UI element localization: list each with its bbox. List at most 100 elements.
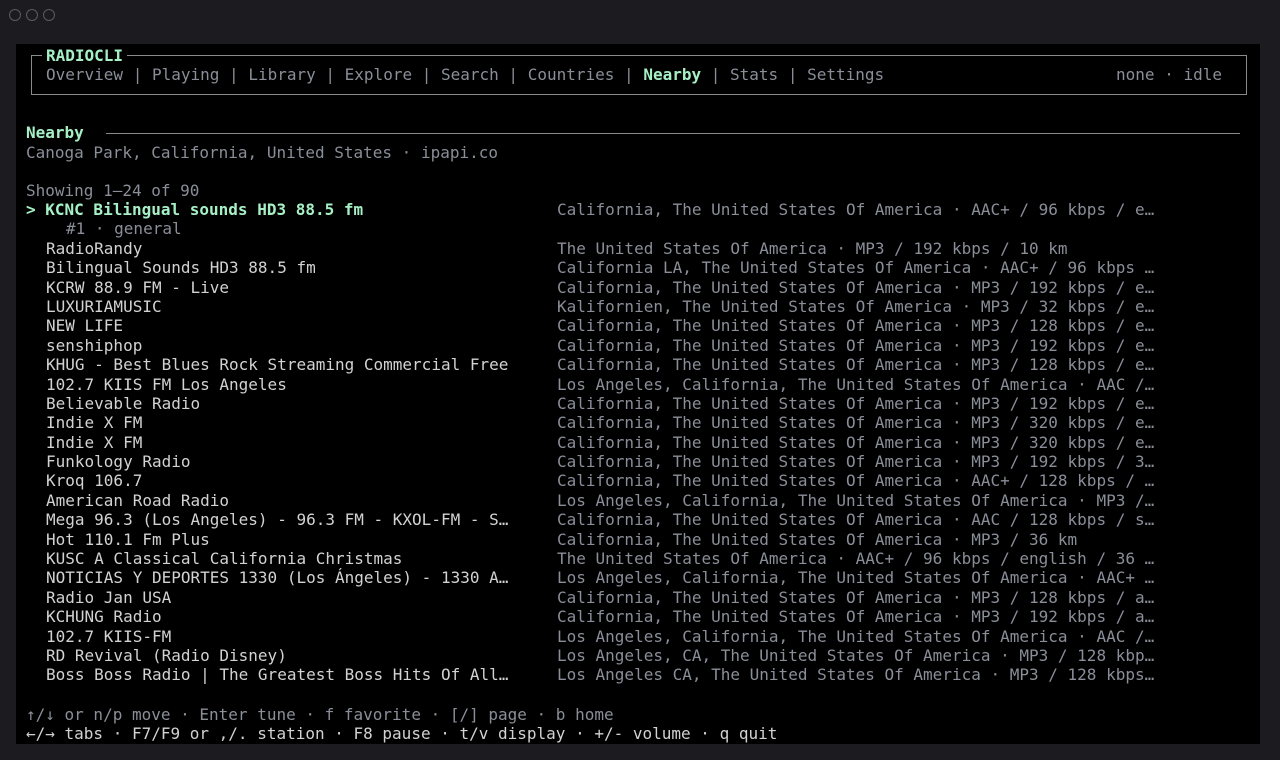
station-meta: California, The United States Of America… <box>557 529 1078 549</box>
maximize-window-icon[interactable] <box>43 9 55 21</box>
station-name: KUSC A Classical California Christmas <box>46 549 403 569</box>
tab-stats[interactable]: Stats <box>730 65 778 84</box>
station-name: Radio Jan USA <box>46 587 172 607</box>
tab-nearby[interactable]: Nearby <box>643 65 701 84</box>
location-line: Canoga Park, California, United States ·… <box>26 143 499 162</box>
station-name: NOTICIAS Y DEPORTES 1330 (Los Ángeles) -… <box>46 568 509 588</box>
station-name: senshiphop <box>46 335 143 355</box>
station-meta: California, The United States Of America… <box>557 510 1155 530</box>
tab-settings[interactable]: Settings <box>807 65 884 84</box>
station-row[interactable]: 102.7 KIIS-FM Los Angeles, California, Th… <box>16 627 1260 646</box>
playback-status: none · idle <box>1116 65 1222 84</box>
station-meta: California, The United States Of America… <box>557 200 1155 219</box>
station-row[interactable]: Indie X FM California, The United States … <box>16 433 1260 452</box>
station-meta: California, The United States Of America… <box>557 413 1155 433</box>
station-meta: California, The United States Of America… <box>557 393 1155 413</box>
terminal-window: RADIOCLI Overview | Playing | Library | … <box>0 0 1280 760</box>
tab-separator: | <box>219 65 249 84</box>
station-row[interactable]: Radio Jan USA California, The United Stat… <box>16 588 1260 607</box>
station-meta: California, The United States Of America… <box>557 316 1155 336</box>
station-meta: California, The United States Of America… <box>557 607 1155 627</box>
station-name: > KCNC Bilingual sounds HD3 88.5 fm <box>26 200 364 219</box>
tab-separator: | <box>701 65 731 84</box>
station-row[interactable]: KCHUNG Radio California, The United State… <box>16 607 1260 626</box>
tab-separator: | <box>614 65 644 84</box>
tab-countries[interactable]: Countries <box>528 65 615 84</box>
minimize-window-icon[interactable] <box>26 9 38 21</box>
tab-separator: | <box>498 65 528 84</box>
station-row[interactable]: Indie X FM California, The United States … <box>16 413 1260 432</box>
tab-overview[interactable]: Overview <box>46 65 123 84</box>
station-meta: Los Angeles, California, The United Stat… <box>557 626 1155 646</box>
station-row[interactable]: Boss Boss Radio | The Greatest Boss Hits… <box>16 665 1260 684</box>
station-row[interactable]: Bilingual Sounds HD3 88.5 fm California L… <box>16 258 1260 277</box>
station-name: American Road Radio <box>46 490 230 510</box>
station-row[interactable]: LUXURIAMUSIC Kalifornien, The United Stat… <box>16 297 1260 316</box>
station-row[interactable]: Mega 96.3 (Los Angeles) - 96.3 FM - KXOL… <box>16 510 1260 529</box>
terminal-screen: RADIOCLI Overview | Playing | Library | … <box>16 44 1260 744</box>
tab-explore[interactable]: Explore <box>345 65 412 84</box>
tab-separator: | <box>778 65 808 84</box>
tab-library[interactable]: Library <box>248 65 315 84</box>
station-name: NEW LIFE <box>46 316 124 336</box>
station-row[interactable]: NEW LIFE California, The United States Of… <box>16 316 1260 335</box>
station-name: KCHUNG Radio <box>46 607 162 627</box>
station-meta: The United States Of America · AAC+ / 96… <box>557 549 1155 569</box>
station-row[interactable]: RD Revival (Radio Disney) Los Angeles, CA… <box>16 646 1260 665</box>
help-line-global: ←/→ tabs · F7/F9 or ,/. station · F8 pau… <box>26 724 778 743</box>
close-window-icon[interactable] <box>9 9 21 21</box>
station-row[interactable]: KUSC A Classical California Christmas The… <box>16 549 1260 568</box>
station-name: RadioRandy <box>46 238 143 258</box>
station-row[interactable]: 102.7 KIIS FM Los Angeles Los Angeles, Ca… <box>16 375 1260 394</box>
station-name: KHUG - Best Blues Rock Streaming Commerc… <box>46 355 509 375</box>
station-row[interactable]: Kroq 106.7 California, The United States … <box>16 471 1260 490</box>
tab-playing[interactable]: Playing <box>152 65 219 84</box>
station-meta: California, The United States Of America… <box>557 355 1155 375</box>
tab-bar: Overview | Playing | Library | Explore |… <box>46 65 884 85</box>
station-meta: California, The United States Of America… <box>557 471 1155 491</box>
station-name: Mega 96.3 (Los Angeles) - 96.3 FM - KXOL… <box>46 510 509 530</box>
station-name: Boss Boss Radio | The Greatest Boss Hits… <box>46 665 509 685</box>
station-name: Bilingual Sounds HD3 88.5 fm <box>46 258 316 278</box>
station-row[interactable]: Hot 110.1 Fm Plus California, The United … <box>16 530 1260 549</box>
tab-separator: | <box>123 65 152 84</box>
station-row-selected[interactable]: > KCNC Bilingual sounds HD3 88.5 fm Cali… <box>16 200 1260 219</box>
station-meta: Los Angeles, California, The United Stat… <box>557 568 1155 588</box>
station-row[interactable]: KHUG - Best Blues Rock Streaming Commerc… <box>16 355 1260 374</box>
station-name: Kroq 106.7 <box>46 471 143 491</box>
station-name: Funkology Radio <box>46 452 191 472</box>
station-detail: #1 · general <box>66 219 182 239</box>
tab-separator: | <box>412 65 441 84</box>
station-meta: Kalifornien, The United States Of Americ… <box>557 296 1155 316</box>
station-name: KCRW 88.9 FM - Live <box>46 277 230 297</box>
window-titlebar <box>0 0 1280 30</box>
station-name: 102.7 KIIS-FM <box>46 626 172 646</box>
section-divider <box>106 133 1240 134</box>
station-name: Hot 110.1 Fm Plus <box>46 529 210 549</box>
station-row[interactable]: Believable Radio California, The United S… <box>16 394 1260 413</box>
tab-search[interactable]: Search <box>441 65 499 84</box>
station-row[interactable]: Funkology Radio California, The United St… <box>16 452 1260 471</box>
station-meta: California, The United States Of America… <box>557 452 1155 472</box>
station-name: 102.7 KIIS FM Los Angeles <box>46 374 287 394</box>
app-title: RADIOCLI <box>42 46 128 65</box>
station-name: Indie X FM <box>46 413 143 433</box>
station-meta: The United States Of America · MP3 / 192… <box>557 238 1068 258</box>
station-row[interactable]: NOTICIAS Y DEPORTES 1330 (Los Ángeles) -… <box>16 568 1260 587</box>
station-row[interactable]: KCRW 88.9 FM - Live California, The Unite… <box>16 278 1260 297</box>
station-meta: Los Angeles CA, The United States Of Ame… <box>557 665 1155 685</box>
station-meta: Los Angeles, California, The United Stat… <box>557 374 1155 394</box>
station-row[interactable]: American Road Radio Los Angeles, Californ… <box>16 491 1260 510</box>
section-title: Nearby <box>26 123 90 142</box>
station-meta: California, The United States Of America… <box>557 587 1155 607</box>
tab-separator: | <box>315 65 345 84</box>
station-meta: California, The United States Of America… <box>557 432 1155 452</box>
help-line-navigation: ↑/↓ or n/p move · Enter tune · f favorit… <box>26 705 614 724</box>
station-row[interactable]: senshiphop California, The United States … <box>16 336 1260 355</box>
station-name: RD Revival (Radio Disney) <box>46 645 287 665</box>
station-row[interactable]: RadioRandy The United States Of America ·… <box>16 239 1260 258</box>
station-meta: California LA, The United States Of Amer… <box>557 258 1155 278</box>
station-meta: Los Angeles, California, The United Stat… <box>557 490 1155 510</box>
station-detail-row: #1 · general <box>16 219 1260 238</box>
station-list: > KCNC Bilingual sounds HD3 88.5 fm Cali… <box>16 200 1260 685</box>
